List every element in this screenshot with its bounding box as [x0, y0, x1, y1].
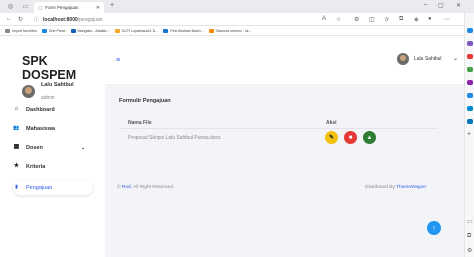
divider	[119, 128, 438, 129]
sidebar-item-label: Kriteria	[26, 163, 46, 170]
table-icon: ▦	[13, 144, 20, 150]
sidebar-user-name: Lalu Sahibul	[41, 82, 74, 88]
read-aloud-icon[interactable]: A	[322, 16, 326, 22]
more-icon[interactable]: ⋯	[444, 16, 450, 23]
bookmark-item[interactable]: Otaсuna shoenv - sk...	[208, 28, 252, 33]
collections-icon[interactable]: ⧉	[399, 16, 403, 23]
back-to-top-button[interactable]: ↑	[427, 221, 441, 235]
tools-icon[interactable]	[467, 67, 473, 72]
sidebar-item-dosen[interactable]: ▦ Dosen ⌄	[13, 140, 93, 155]
bookmarks-bar: Import favorites One Piece Mangaku - Ada…	[0, 26, 474, 36]
browser-tab-strip: ◎ ▭ ▢ Form Pengajuan ✕ + – ▢ ✕	[0, 0, 474, 13]
bookmark-icon	[208, 28, 214, 33]
url-host: localhost:8000	[43, 16, 78, 23]
sidebar-item-dashboard[interactable]: ⌂ Dashboard	[13, 102, 93, 117]
footer-copyright: © Rod. All Right Reserved.	[117, 185, 175, 190]
search-icon[interactable]	[467, 41, 473, 46]
back-icon[interactable]: ←	[6, 16, 12, 22]
external-icon[interactable]: ⧉	[467, 233, 471, 240]
home-icon: ⌂	[14, 106, 19, 112]
bookmark-icon	[163, 28, 169, 33]
main-content: Formulir Pengajuan Nama File Aksi Propos…	[105, 85, 464, 257]
file-icon: ▮	[15, 184, 18, 190]
split-screen-icon[interactable]: ◫	[369, 16, 375, 23]
shield-icon[interactable]: ◈	[414, 16, 419, 23]
browser-tab[interactable]: ▢ Form Pengajuan ✕	[34, 2, 104, 13]
url-path: /pengajuan	[77, 16, 103, 23]
sidebar-item-label: Dosen	[26, 144, 43, 151]
favorites-icon[interactable]: ✰	[384, 16, 389, 23]
arrow-up-icon: ↑	[432, 224, 436, 232]
bookmark-icon	[5, 28, 10, 33]
card-title: Formulir Pengajuan	[119, 98, 171, 104]
close-tab-icon[interactable]: ✕	[96, 5, 100, 11]
footer-brand-link[interactable]: Rod.	[122, 185, 132, 190]
copilot-icon[interactable]	[467, 28, 473, 33]
bookmark-icon	[41, 28, 47, 33]
brand-title[interactable]: SPK DOSPEM	[22, 54, 105, 82]
outlook-icon[interactable]	[467, 106, 473, 111]
tab-actions-icon[interactable]: ▭	[21, 2, 30, 11]
chevron-down-icon[interactable]: ⌄	[453, 55, 458, 62]
avatar	[22, 85, 35, 98]
office-icon[interactable]	[467, 93, 473, 98]
sidebar-item-label: Dashboard	[26, 106, 55, 113]
file-name-cell: Proposal Skripsi Lalu Sahibul Purwa.docx	[128, 135, 221, 141]
delete-button[interactable]: ■	[344, 131, 357, 144]
bookmark-item[interactable]: Pink Akshasi Basin...	[163, 28, 204, 33]
info-icon: ⓘ	[34, 17, 40, 23]
column-header-actions: Aksi	[326, 120, 337, 126]
bookmark-item[interactable]: Import favorites	[5, 28, 37, 33]
bookmark-item[interactable]: GUTI Layarkaca21 D...	[114, 28, 158, 33]
add-icon[interactable]: +	[467, 131, 471, 138]
minimize-icon[interactable]: –	[424, 2, 427, 8]
chevron-down-icon[interactable]: ⌄	[81, 145, 85, 151]
topbar-user-name[interactable]: Lalu Sahibul	[414, 56, 442, 62]
browser-sidebar: + ▭ ⧉ ⚙	[464, 13, 474, 257]
sidebar-item-label: Pengajuan	[26, 184, 53, 191]
sidebar-item-pengajuan[interactable]: ▮ Pengajuan	[13, 180, 93, 195]
extensions-icon[interactable]: ⚙	[354, 16, 359, 23]
layout-icon[interactable]: ▭	[467, 218, 473, 225]
upload-icon: ▲	[366, 134, 373, 141]
sidebar-user-role: admin	[41, 95, 55, 101]
themewagon-link[interactable]: ThemeWagon	[396, 185, 426, 190]
topbar: ≡ Lalu Sahibul ⌄	[105, 37, 464, 85]
users-icon: 👥	[13, 125, 20, 131]
refresh-icon[interactable]: ↻	[18, 16, 23, 23]
bookmark-item[interactable]: One Piece	[41, 28, 66, 33]
sidebar-item-label: Mahasiswa	[26, 125, 56, 132]
maximize-icon[interactable]: ▢	[438, 2, 444, 9]
settings-icon[interactable]: ⚙	[467, 247, 472, 254]
telegram-icon[interactable]	[467, 119, 473, 124]
url-field[interactable]: ⓘ localhost:8000 /pengajuan	[34, 15, 334, 24]
upload-button[interactable]: ▲	[363, 131, 376, 144]
favorite-icon[interactable]: ☆	[336, 16, 341, 23]
sidebar-item-kriteria[interactable]: ★ Kriteria	[13, 159, 93, 174]
bookmark-icon	[114, 28, 120, 33]
sidebar-item-mahasiswa[interactable]: 👥 Mahasiswa	[13, 121, 93, 136]
menu-toggle-icon[interactable]: ≡	[116, 57, 120, 64]
close-window-icon[interactable]: ✕	[456, 2, 461, 9]
tab-title: Form Pengajuan	[45, 5, 79, 10]
delete-icon: ■	[348, 134, 353, 141]
bookmark-item[interactable]: Mangaku - Adalah...	[70, 28, 110, 33]
sidebar: SPK DOSPEM Lalu Sahibul admin ⌂ Dashboar…	[0, 37, 105, 257]
page-icon: ▢	[38, 4, 43, 10]
workspaces-icon[interactable]: ◎	[6, 2, 15, 11]
star-icon: ★	[13, 163, 20, 169]
new-tab-icon[interactable]: +	[110, 2, 114, 9]
bookmark-icon	[70, 28, 76, 33]
games-icon[interactable]	[467, 80, 473, 85]
column-header-file: Nama File	[128, 120, 152, 126]
pengajuan-card: Formulir Pengajuan Nama File Aksi Propos…	[114, 91, 453, 154]
edit-button[interactable]: ✎	[325, 131, 338, 144]
edit-icon: ✎	[328, 135, 335, 141]
footer-credit: Distributed By ThemeWagon	[365, 185, 427, 190]
shopping-icon[interactable]	[467, 54, 473, 59]
profile-icon[interactable]: ●	[428, 16, 432, 22]
avatar[interactable]	[397, 53, 409, 65]
address-bar-row: ← ↻ ⓘ localhost:8000 /pengajuan A ☆ ⚙ ◫ …	[0, 13, 474, 26]
